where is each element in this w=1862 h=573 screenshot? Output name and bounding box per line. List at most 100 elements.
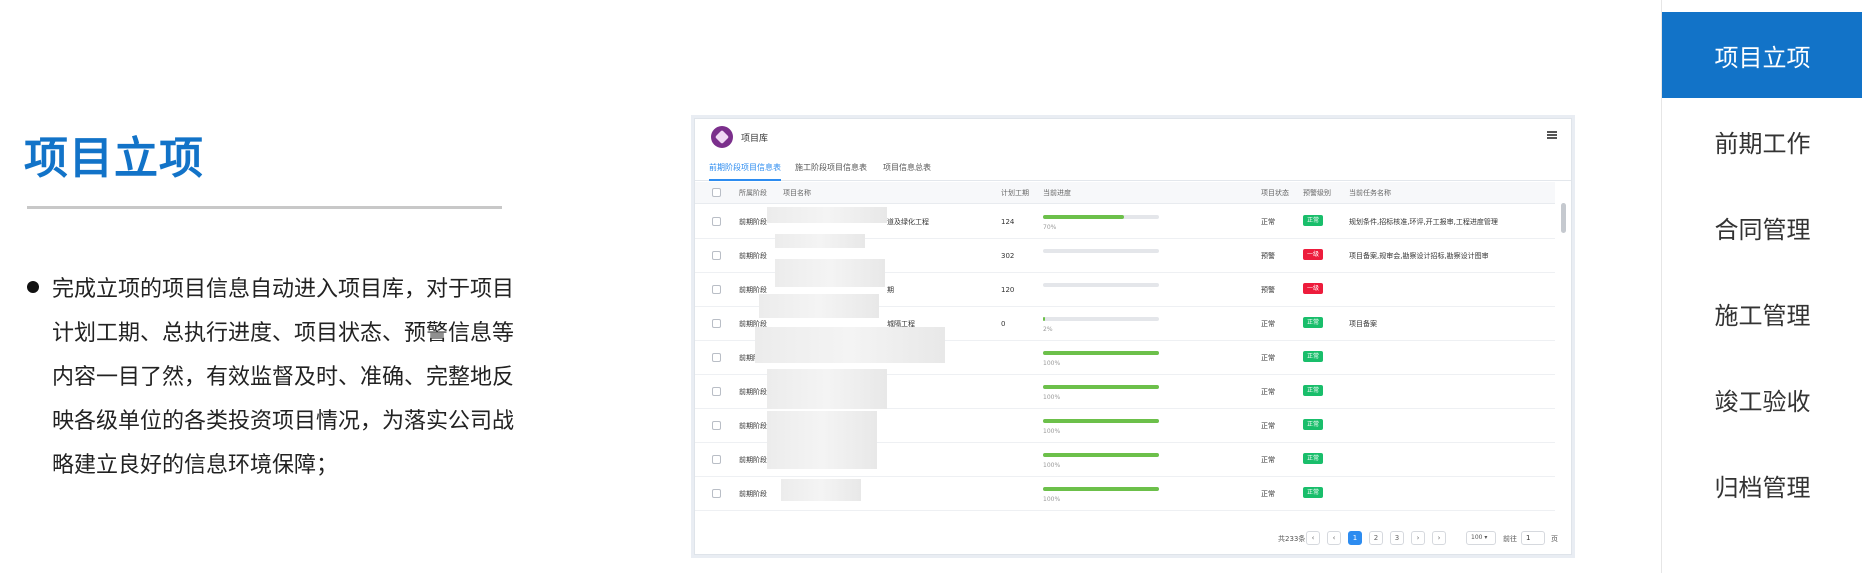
page-2-button[interactable]: 2 [1369,531,1383,545]
blurred-name-block [767,411,877,469]
pagination: 共233条 ‹ ‹ 1 2 3 › › 100 ▾ 前往 1 页 [695,529,1571,551]
row-warning-badge: 正常 [1303,351,1324,362]
row-status: 正常 [1261,422,1275,430]
first-page-button[interactable]: ‹ [1306,531,1320,545]
col-progress: 当前进度 [1043,189,1071,197]
row-checkbox[interactable] [712,489,721,498]
blurred-name-block [781,479,861,501]
row-checkbox[interactable] [712,353,721,362]
row-checkbox[interactable] [712,285,721,294]
list-menu-icon[interactable] [1547,131,1557,139]
row-progress-fill [1043,419,1159,423]
row-warning-badge: 正常 [1303,215,1324,226]
row-status: 正常 [1261,218,1275,226]
row-status: 预警 [1261,252,1275,260]
tab-bar: 前期阶段项目信息表 施工阶段项目信息表 项目信息总表 [695,155,1571,181]
row-progress-label: 100% [1043,496,1061,503]
row-stage: 前期阶段 [739,388,767,396]
blurred-name-block [775,259,885,287]
nav-item-project-setup[interactable]: 项目立项 [1662,12,1862,98]
row-warning-badge: 正常 [1303,487,1324,498]
row-progress-label: 100% [1043,360,1061,367]
row-status: 正常 [1261,388,1275,396]
page-size-select[interactable]: 100 ▾ [1466,531,1496,545]
row-checkbox[interactable] [712,455,721,464]
cube-logo-icon [711,126,733,148]
section-title: 项目立项 [24,133,204,184]
page-3-button[interactable]: 3 [1390,531,1404,545]
row-warning-badge: 正常 [1303,453,1324,464]
row-progress-bar [1043,215,1159,219]
table-header: 所属阶段 项目名称 计划工期 当前进度 项目状态 预警级别 当前任务名称 [695,182,1555,204]
row-stage: 前期阶段 [739,422,767,430]
page-suffix: 页 [1551,535,1558,543]
row-progress-bar [1043,351,1159,355]
nav-item-completion-acceptance[interactable]: 竣工验收 [1662,356,1862,442]
row-progress-bar [1043,487,1159,491]
page-size-value: 100 [1471,534,1483,541]
row-progress-bar [1043,453,1159,457]
row-warning-badge: 正常 [1303,385,1324,396]
row-status: 正常 [1261,456,1275,464]
row-current-task: 项目备案 [1349,320,1377,328]
row-current-task: 规划条件,招标核准,环评,开工报审,工程进度管理 [1349,218,1498,226]
row-progress-bar [1043,249,1159,253]
nav-item-contract-management[interactable]: 合同管理 [1662,184,1862,270]
row-progress-label: 100% [1043,394,1061,401]
nav-item-archive-management[interactable]: 归档管理 [1662,442,1862,528]
row-status: 预警 [1261,286,1275,294]
row-project-name[interactable]: 期 [887,285,894,295]
tab-preliminary-info[interactable]: 前期阶段项目信息表 [709,155,781,181]
row-status: 正常 [1261,354,1275,362]
row-progress-fill [1043,351,1159,355]
row-checkbox[interactable] [712,319,721,328]
row-status: 正常 [1261,320,1275,328]
row-warning-badge: 正常 [1303,419,1324,430]
row-checkbox[interactable] [712,251,721,260]
pagination-total: 共233条 [1278,535,1306,543]
tab-project-summary[interactable]: 项目信息总表 [883,155,931,181]
row-status: 正常 [1261,490,1275,498]
row-checkbox[interactable] [712,387,721,396]
tab-construction-info[interactable]: 施工阶段项目信息表 [795,155,867,181]
select-all-checkbox[interactable] [712,188,721,197]
row-progress-label: 100% [1043,428,1061,435]
col-warning-level: 预警级别 [1303,189,1331,197]
blurred-name-block [767,369,887,409]
col-name: 项目名称 [783,189,811,197]
row-stage: 前期阶段 [739,252,767,260]
row-duration: 0 [1001,320,1006,328]
row-progress-bar [1043,419,1159,423]
col-status: 项目状态 [1261,189,1289,197]
next-page-button[interactable]: › [1411,531,1425,545]
nav-item-construction-management[interactable]: 施工管理 [1662,270,1862,356]
row-warning-badge: 一级 [1303,283,1324,294]
project-library-screenshot: 项目库 前期阶段项目信息表 施工阶段项目信息表 项目信息总表 所属阶段 项目名称… [694,118,1572,555]
row-progress-label: 70% [1043,224,1057,231]
nav-item-preliminary-work[interactable]: 前期工作 [1662,98,1862,184]
row-duration: 120 [1001,286,1015,294]
row-duration: 124 [1001,218,1015,226]
row-warning-badge: 正常 [1303,317,1324,328]
row-progress-fill [1043,487,1159,491]
section-description: 完成立项的项目信息自动进入项目库，对于项目计划工期、总执行进度、项目状态、预警信… [52,277,515,478]
last-page-button[interactable]: › [1432,531,1446,545]
row-progress-bar [1043,317,1159,321]
row-progress-bar [1043,385,1159,389]
jump-label: 前往 [1503,535,1517,543]
row-stage: 前期阶段 [739,218,767,226]
blurred-name-block [755,327,945,363]
row-stage: 前期阶段 [739,490,767,498]
table-scrollbar[interactable] [1561,203,1566,233]
jump-page-input[interactable]: 1 [1521,531,1545,545]
row-checkbox[interactable] [712,421,721,430]
row-checkbox[interactable] [712,217,721,226]
row-warning-badge: 一级 [1303,249,1324,260]
page-1-button[interactable]: 1 [1348,531,1362,545]
title-divider [27,206,502,209]
col-current-task: 当前任务名称 [1349,189,1391,197]
prev-page-button[interactable]: ‹ [1327,531,1341,545]
row-duration: 302 [1001,252,1015,260]
bullet-dot-icon [27,281,39,293]
row-project-name[interactable]: 道及绿化工程 [887,217,929,227]
